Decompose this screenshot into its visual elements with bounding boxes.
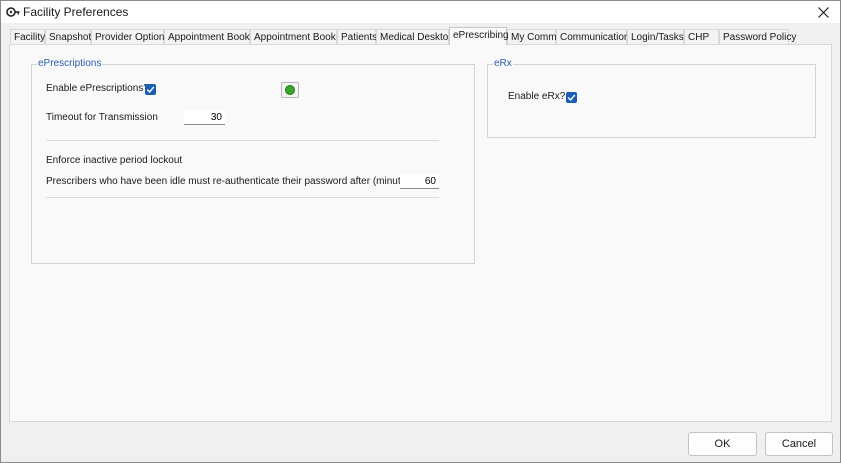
enable-eprescriptions-checkbox[interactable] (145, 84, 156, 95)
reauth-label: Prescribers who have been idle must re-a… (46, 176, 415, 187)
tab-provider-options[interactable]: Provider Options (91, 29, 169, 44)
tab-login-tasks[interactable]: Login/Tasks (627, 29, 684, 44)
close-button[interactable] (812, 2, 834, 22)
tab-facility[interactable]: Facility (10, 29, 45, 44)
window-title: Facility Preferences (23, 5, 129, 19)
enable-erx-checkbox[interactable] (566, 92, 577, 103)
eprescribing-panel: ePrescriptions Enable ePrescriptions? Ti… (9, 44, 832, 422)
tab-medical-desktop[interactable]: Medical Desktop (376, 29, 454, 44)
timeout-input[interactable] (184, 110, 225, 125)
separator-2 (46, 197, 439, 198)
erx-group-title: eRx (493, 58, 513, 69)
reauth-minutes-input[interactable] (400, 174, 439, 189)
tab-chp[interactable]: CHP (684, 29, 719, 44)
close-icon (817, 6, 829, 18)
separator-1 (46, 140, 439, 141)
key-icon (6, 7, 20, 17)
tab-appointment-book-1[interactable]: Appointment Book 1 (164, 29, 258, 44)
tab-password-policy[interactable]: Password Policy (719, 29, 796, 44)
checkmark-icon (146, 86, 155, 94)
lockout-label: Enforce inactive period lockout (46, 155, 183, 166)
info-button[interactable] (281, 82, 299, 98)
timeout-label: Timeout for Transmission (46, 112, 158, 123)
tab-appointment-book-2[interactable]: Appointment Book 2 (250, 29, 344, 44)
tab-patients[interactable]: Patients (337, 29, 377, 44)
ok-button[interactable]: OK (688, 432, 757, 456)
enable-eprescriptions-label: Enable ePrescriptions? (46, 83, 149, 94)
info-icon (285, 85, 295, 95)
tab-communications[interactable]: Communications (556, 29, 634, 44)
tab-my-comms[interactable]: My Comms (507, 29, 562, 44)
tab-eprescribing[interactable]: ePrescribing (449, 27, 509, 45)
eprescriptions-group: ePrescriptions Enable ePrescriptions? Ti… (31, 58, 475, 264)
enable-erx-label: Enable eRx? (508, 91, 566, 102)
erx-group: eRx Enable eRx? (487, 58, 816, 138)
cancel-button[interactable]: Cancel (765, 432, 833, 456)
tab-snapshot[interactable]: Snapshot (45, 29, 91, 44)
facility-preferences-window: Facility Preferences Facility Snapshot P… (0, 0, 841, 463)
title-bar: Facility Preferences (1, 1, 840, 23)
checkmark-icon (567, 94, 576, 102)
eprescriptions-group-title: ePrescriptions (37, 58, 103, 69)
